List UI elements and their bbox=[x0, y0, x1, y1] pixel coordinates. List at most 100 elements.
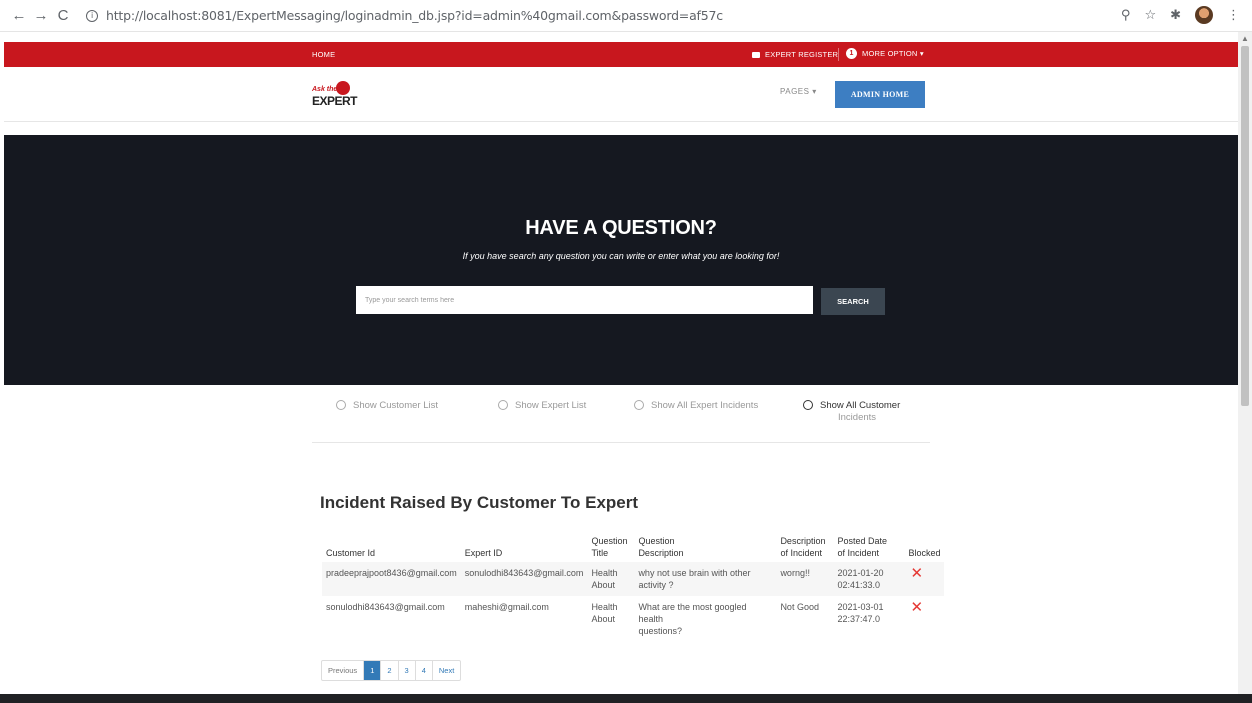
top-bar: HOME EXPERT REGISTER 1 MORE OPTION ▾ bbox=[4, 42, 1238, 67]
zoom-icon[interactable]: ⚲ bbox=[1121, 7, 1131, 23]
site-logo[interactable]: Ask the EXPERT bbox=[312, 81, 358, 111]
bookmark-star-icon[interactable]: ☆ bbox=[1144, 7, 1156, 23]
table-row: sonulodhi843643@gmail.com maheshi@gmail.… bbox=[322, 596, 944, 642]
posted-date-cell: 2021-03-01 22:37:47.0 bbox=[833, 596, 904, 642]
table-row: pradeeprajpoot8436@gmail.com sonulodhi84… bbox=[322, 562, 945, 596]
notification-badge: 1 bbox=[846, 48, 857, 59]
cell-line: About bbox=[591, 580, 615, 590]
register-icon bbox=[752, 51, 760, 58]
header-line: of Incident bbox=[780, 548, 822, 558]
header-line: Posted Date bbox=[837, 536, 887, 546]
pagination-page[interactable]: 4 bbox=[416, 661, 433, 680]
cell-line: What are the most googled health bbox=[638, 602, 747, 624]
forward-arrow-icon[interactable]: → bbox=[30, 7, 52, 24]
list-icon bbox=[498, 400, 508, 410]
cell-line: questions? bbox=[638, 626, 682, 636]
cell-line: Health bbox=[591, 568, 618, 578]
cell-line: 02:41:33.0 bbox=[837, 580, 880, 590]
col-question-title: Question Title bbox=[587, 532, 634, 562]
question-description-cell: why not use brain with other activity ? bbox=[634, 562, 777, 596]
tab-expert-list[interactable]: Show Expert List bbox=[498, 400, 586, 411]
col-expert-id: Expert ID bbox=[464, 548, 503, 558]
scrollbar-thumb[interactable] bbox=[1241, 46, 1249, 406]
profile-avatar[interactable] bbox=[1195, 6, 1213, 24]
cell-line: Health bbox=[591, 602, 618, 612]
question-title-cell: Health About bbox=[587, 596, 634, 642]
hero-banner: HAVE A QUESTION? If you have search any … bbox=[4, 135, 1238, 385]
tab-label: Show Expert List bbox=[515, 400, 587, 411]
col-incident-description: Description of Incident bbox=[776, 532, 833, 562]
tab-label-line2: Incidents bbox=[838, 412, 877, 423]
close-icon[interactable]: ✕ bbox=[910, 600, 923, 615]
more-option-label: MORE OPTION ▾ bbox=[862, 49, 924, 58]
admin-home-button[interactable]: ADMIN HOME bbox=[835, 81, 925, 108]
tab-customer-incidents[interactable]: Show All Customer Incidents bbox=[803, 400, 900, 424]
extensions-icon[interactable]: ✱ bbox=[1170, 7, 1181, 23]
admin-tabs: Show Customer List Show Expert List Show… bbox=[312, 398, 930, 443]
scroll-up-arrow-icon[interactable]: ▲ bbox=[1241, 34, 1249, 43]
url-text: http://localhost:8081/ExpertMessaging/lo… bbox=[106, 8, 723, 23]
pages-dropdown[interactable]: PAGES ▾ bbox=[780, 87, 817, 96]
header-line: Title bbox=[591, 548, 609, 558]
cell-line: 2021-01-20 bbox=[837, 568, 884, 578]
expert-register-link[interactable]: EXPERT REGISTER bbox=[752, 50, 838, 59]
info-icon[interactable]: i bbox=[86, 9, 98, 22]
tab-label: Show All Expert Incidents bbox=[651, 400, 759, 411]
section-title: Incident Raised By Customer To Expert bbox=[320, 493, 639, 512]
home-link[interactable]: HOME bbox=[312, 50, 335, 59]
reload-icon[interactable]: C bbox=[52, 7, 74, 24]
tab-customer-list[interactable]: Show Customer List bbox=[336, 400, 438, 411]
col-posted-date: Posted Date of Incident bbox=[833, 532, 904, 562]
divider bbox=[838, 48, 839, 61]
search-button[interactable]: SEARCH bbox=[821, 288, 885, 315]
taskbar-strip bbox=[0, 694, 1252, 703]
page-viewport: HOME EXPERT REGISTER 1 MORE OPTION ▾ Ask… bbox=[4, 42, 1238, 694]
search-input[interactable] bbox=[356, 286, 813, 314]
pagination-previous[interactable]: Previous bbox=[322, 661, 365, 680]
blocked-cell: ✕ bbox=[904, 596, 944, 642]
tab-expert-incidents[interactable]: Show All Expert Incidents bbox=[634, 400, 758, 411]
incident-description-cell: Not Good bbox=[780, 602, 819, 612]
pagination-next[interactable]: Next bbox=[433, 661, 460, 680]
header-line: Description bbox=[780, 536, 826, 546]
col-question-description: Question Description bbox=[634, 532, 776, 562]
more-option-dropdown[interactable]: 1 MORE OPTION ▾ bbox=[846, 48, 924, 59]
cell-line: About bbox=[591, 614, 615, 624]
customer-id-cell: pradeeprajpoot8436@gmail.com bbox=[322, 562, 461, 596]
posted-date-cell: 2021-01-20 02:41:33.0 bbox=[833, 562, 905, 596]
tab-label-line1: Show All Customer bbox=[820, 400, 901, 411]
question-description-cell: What are the most googled health question… bbox=[634, 596, 776, 642]
cell-line: activity ? bbox=[638, 580, 674, 590]
header-line: Question bbox=[638, 536, 675, 546]
pagination: Previous 1 2 3 4 Next bbox=[321, 660, 462, 681]
expert-register-label: EXPERT REGISTER bbox=[765, 50, 839, 59]
header-line: Question bbox=[591, 536, 628, 546]
pagination-page[interactable]: 1 bbox=[364, 661, 382, 680]
pagination-page[interactable]: 2 bbox=[381, 661, 399, 680]
pagination-page[interactable]: 3 bbox=[399, 661, 416, 680]
incidents-table: Customer Id Expert ID Question Title Ques… bbox=[322, 532, 945, 642]
header-line: of Incident bbox=[837, 548, 879, 558]
incident-description-cell: worng!! bbox=[776, 562, 834, 596]
address-bar[interactable]: i http://localhost:8081/ExpertMessaging/… bbox=[86, 8, 723, 23]
tab-label: Show Customer List bbox=[353, 400, 439, 411]
blocked-cell: ✕ bbox=[904, 562, 945, 596]
back-arrow-icon[interactable]: ← bbox=[8, 7, 30, 24]
table-header-row: Customer Id Expert ID Question Title Ques… bbox=[322, 532, 944, 562]
customer-id-cell: sonulodhi843643@gmail.com bbox=[326, 602, 445, 612]
list-icon bbox=[336, 400, 346, 410]
site-header: Ask the EXPERT PAGES ▾ ADMIN HOME bbox=[4, 67, 1238, 122]
menu-dots-icon[interactable]: ⋮ bbox=[1227, 7, 1240, 23]
logo-bubble-icon bbox=[336, 81, 350, 95]
tab-label: Show All Customer Incidents bbox=[820, 400, 900, 424]
cell-line: 22:37:47.0 bbox=[837, 614, 880, 624]
header-line: Description bbox=[638, 548, 684, 558]
col-customer-id: Customer Id bbox=[326, 548, 376, 558]
hero-subtitle: If you have search any question you can … bbox=[462, 251, 780, 261]
page-scrollbar[interactable]: ▲ bbox=[1238, 32, 1252, 694]
close-icon[interactable]: ✕ bbox=[910, 566, 923, 581]
expert-id-cell: sonulodhi843643@gmail.com bbox=[460, 562, 588, 596]
cell-line: 2021-03-01 bbox=[837, 602, 884, 612]
cell-line: why not use brain with other bbox=[638, 568, 751, 578]
col-blocked: Blocked bbox=[908, 548, 941, 558]
